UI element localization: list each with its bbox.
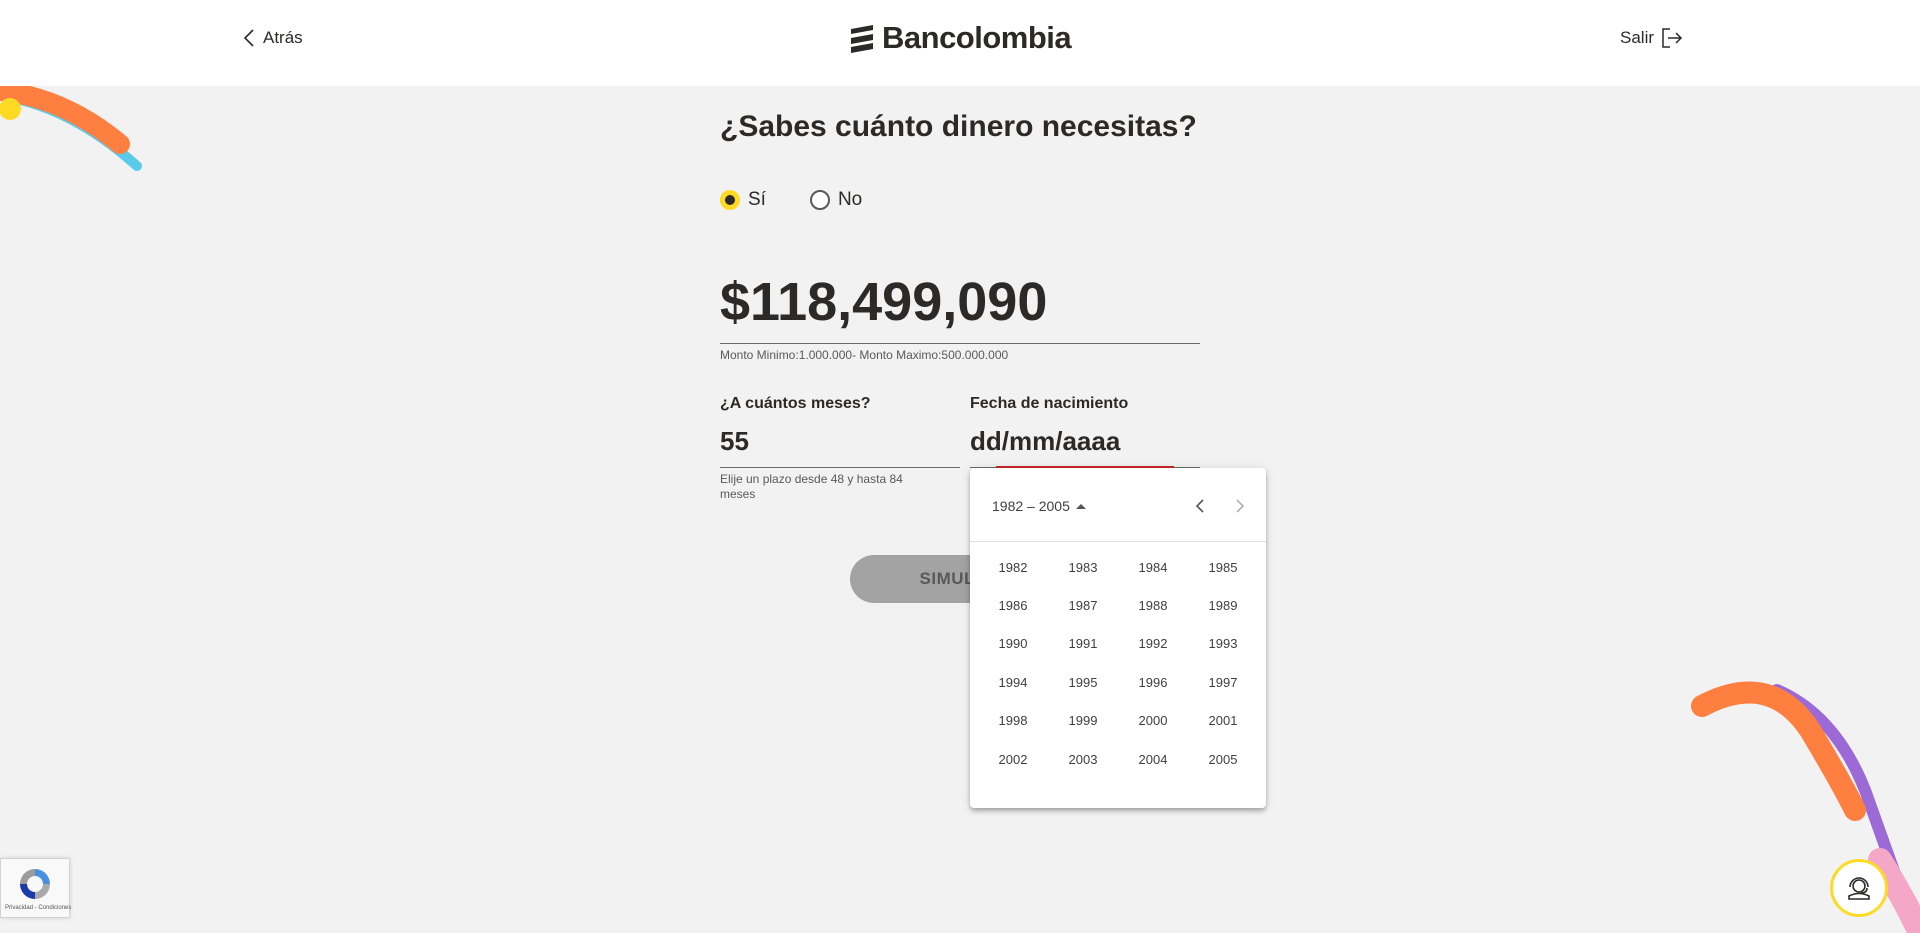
previous-period-button[interactable] — [1186, 492, 1214, 520]
year-option-2003[interactable]: 2003 — [1048, 740, 1118, 778]
recaptcha-badge[interactable]: Privacidad - Condiciones — [0, 858, 71, 918]
radio-checked-icon[interactable] — [720, 190, 740, 210]
year-option-1987[interactable]: 1987 — [1048, 586, 1118, 624]
logout-icon — [1662, 28, 1683, 48]
back-button[interactable]: Atrás — [243, 24, 303, 52]
recaptcha-icon — [20, 869, 50, 899]
radio-option-si[interactable]: Sí — [720, 189, 766, 211]
year-option-2002[interactable]: 2002 — [978, 740, 1048, 778]
year-option-1982[interactable]: 1982 — [978, 548, 1048, 586]
period-label: 1982 – 2005 — [992, 498, 1070, 514]
birthdate-field — [970, 418, 1200, 468]
chevron-right-icon — [1236, 499, 1245, 513]
decorative-curve-left — [0, 86, 142, 171]
chevron-left-icon — [243, 29, 254, 47]
caret-up-icon — [1075, 503, 1086, 509]
months-field — [720, 418, 960, 468]
year-grid: 1982 1983 1984 1985 1986 1987 1988 1989 1990 1991… — [978, 548, 1258, 778]
months-hint: Elije un plazo desde 48 y hasta 84 meses — [720, 472, 903, 501]
amount-input[interactable] — [720, 262, 1200, 342]
year-option-1997[interactable]: 1997 — [1188, 663, 1258, 701]
birthdate-input[interactable] — [970, 418, 1200, 464]
year-option-1988[interactable]: 1988 — [1118, 586, 1188, 624]
exit-label: Salir — [1620, 28, 1655, 47]
bancolombia-logo-icon — [851, 25, 873, 53]
radio-group: Sí No — [720, 189, 862, 211]
year-option-1991[interactable]: 1991 — [1048, 625, 1118, 663]
year-option-1984[interactable]: 1984 — [1118, 548, 1188, 586]
amount-hint: Monto Minimo:1.000.000- Monto Maximo:500… — [720, 348, 1009, 362]
year-option-2004[interactable]: 2004 — [1118, 740, 1188, 778]
birthdate-label: Fecha de nacimiento — [970, 395, 1129, 412]
page-title: ¿Sabes cuánto dinero necesitas? — [720, 110, 1197, 143]
year-option-1993[interactable]: 1993 — [1188, 625, 1258, 663]
radio-option-no[interactable]: No — [809, 189, 863, 211]
year-option-1996[interactable]: 1996 — [1118, 663, 1188, 701]
year-option-1989[interactable]: 1989 — [1188, 586, 1258, 624]
back-label: Atrás — [263, 28, 303, 47]
year-picker-header: 1982 – 2005 — [970, 468, 1266, 542]
exit-button[interactable]: Salir — [1620, 24, 1684, 52]
year-option-1992[interactable]: 1992 — [1118, 625, 1188, 663]
recaptcha-links[interactable]: Privacidad - Condiciones — [5, 905, 71, 911]
headset-icon — [1848, 877, 1870, 900]
year-option-2000[interactable]: 2000 — [1118, 702, 1188, 740]
radio-label-no: No — [837, 189, 863, 210]
year-picker-popup: 1982 – 2005 1982 1983 1984 1985 1986 1987 1988… — [970, 468, 1266, 808]
amount-field — [720, 262, 1200, 344]
months-label: ¿A cuántos meses? — [720, 395, 871, 412]
year-option-1990[interactable]: 1990 — [978, 625, 1048, 663]
year-option-1985[interactable]: 1985 — [1188, 548, 1258, 586]
period-toggle-button[interactable]: 1982 – 2005 — [984, 492, 1094, 520]
logo-text: Bancolombia — [882, 20, 1072, 55]
year-option-1983[interactable]: 1983 — [1048, 548, 1118, 586]
year-option-2005[interactable]: 2005 — [1188, 740, 1258, 778]
year-option-2001[interactable]: 2001 — [1188, 702, 1258, 740]
year-option-1995[interactable]: 1995 — [1048, 663, 1118, 701]
year-option-1994[interactable]: 1994 — [978, 663, 1048, 701]
help-button[interactable] — [1830, 859, 1888, 917]
year-option-1998[interactable]: 1998 — [978, 702, 1048, 740]
year-option-1986[interactable]: 1986 — [978, 586, 1048, 624]
year-option-1999[interactable]: 1999 — [1048, 702, 1118, 740]
bancolombia-logo: Bancolombia — [848, 18, 1072, 58]
radio-unchecked-icon[interactable] — [809, 190, 830, 210]
chevron-left-icon — [1195, 499, 1204, 513]
top-bar: Atrás Bancolombia Salir — [0, 0, 1920, 86]
radio-label-si: Sí — [748, 189, 766, 210]
next-period-button[interactable] — [1226, 492, 1254, 520]
months-input[interactable] — [720, 418, 960, 464]
